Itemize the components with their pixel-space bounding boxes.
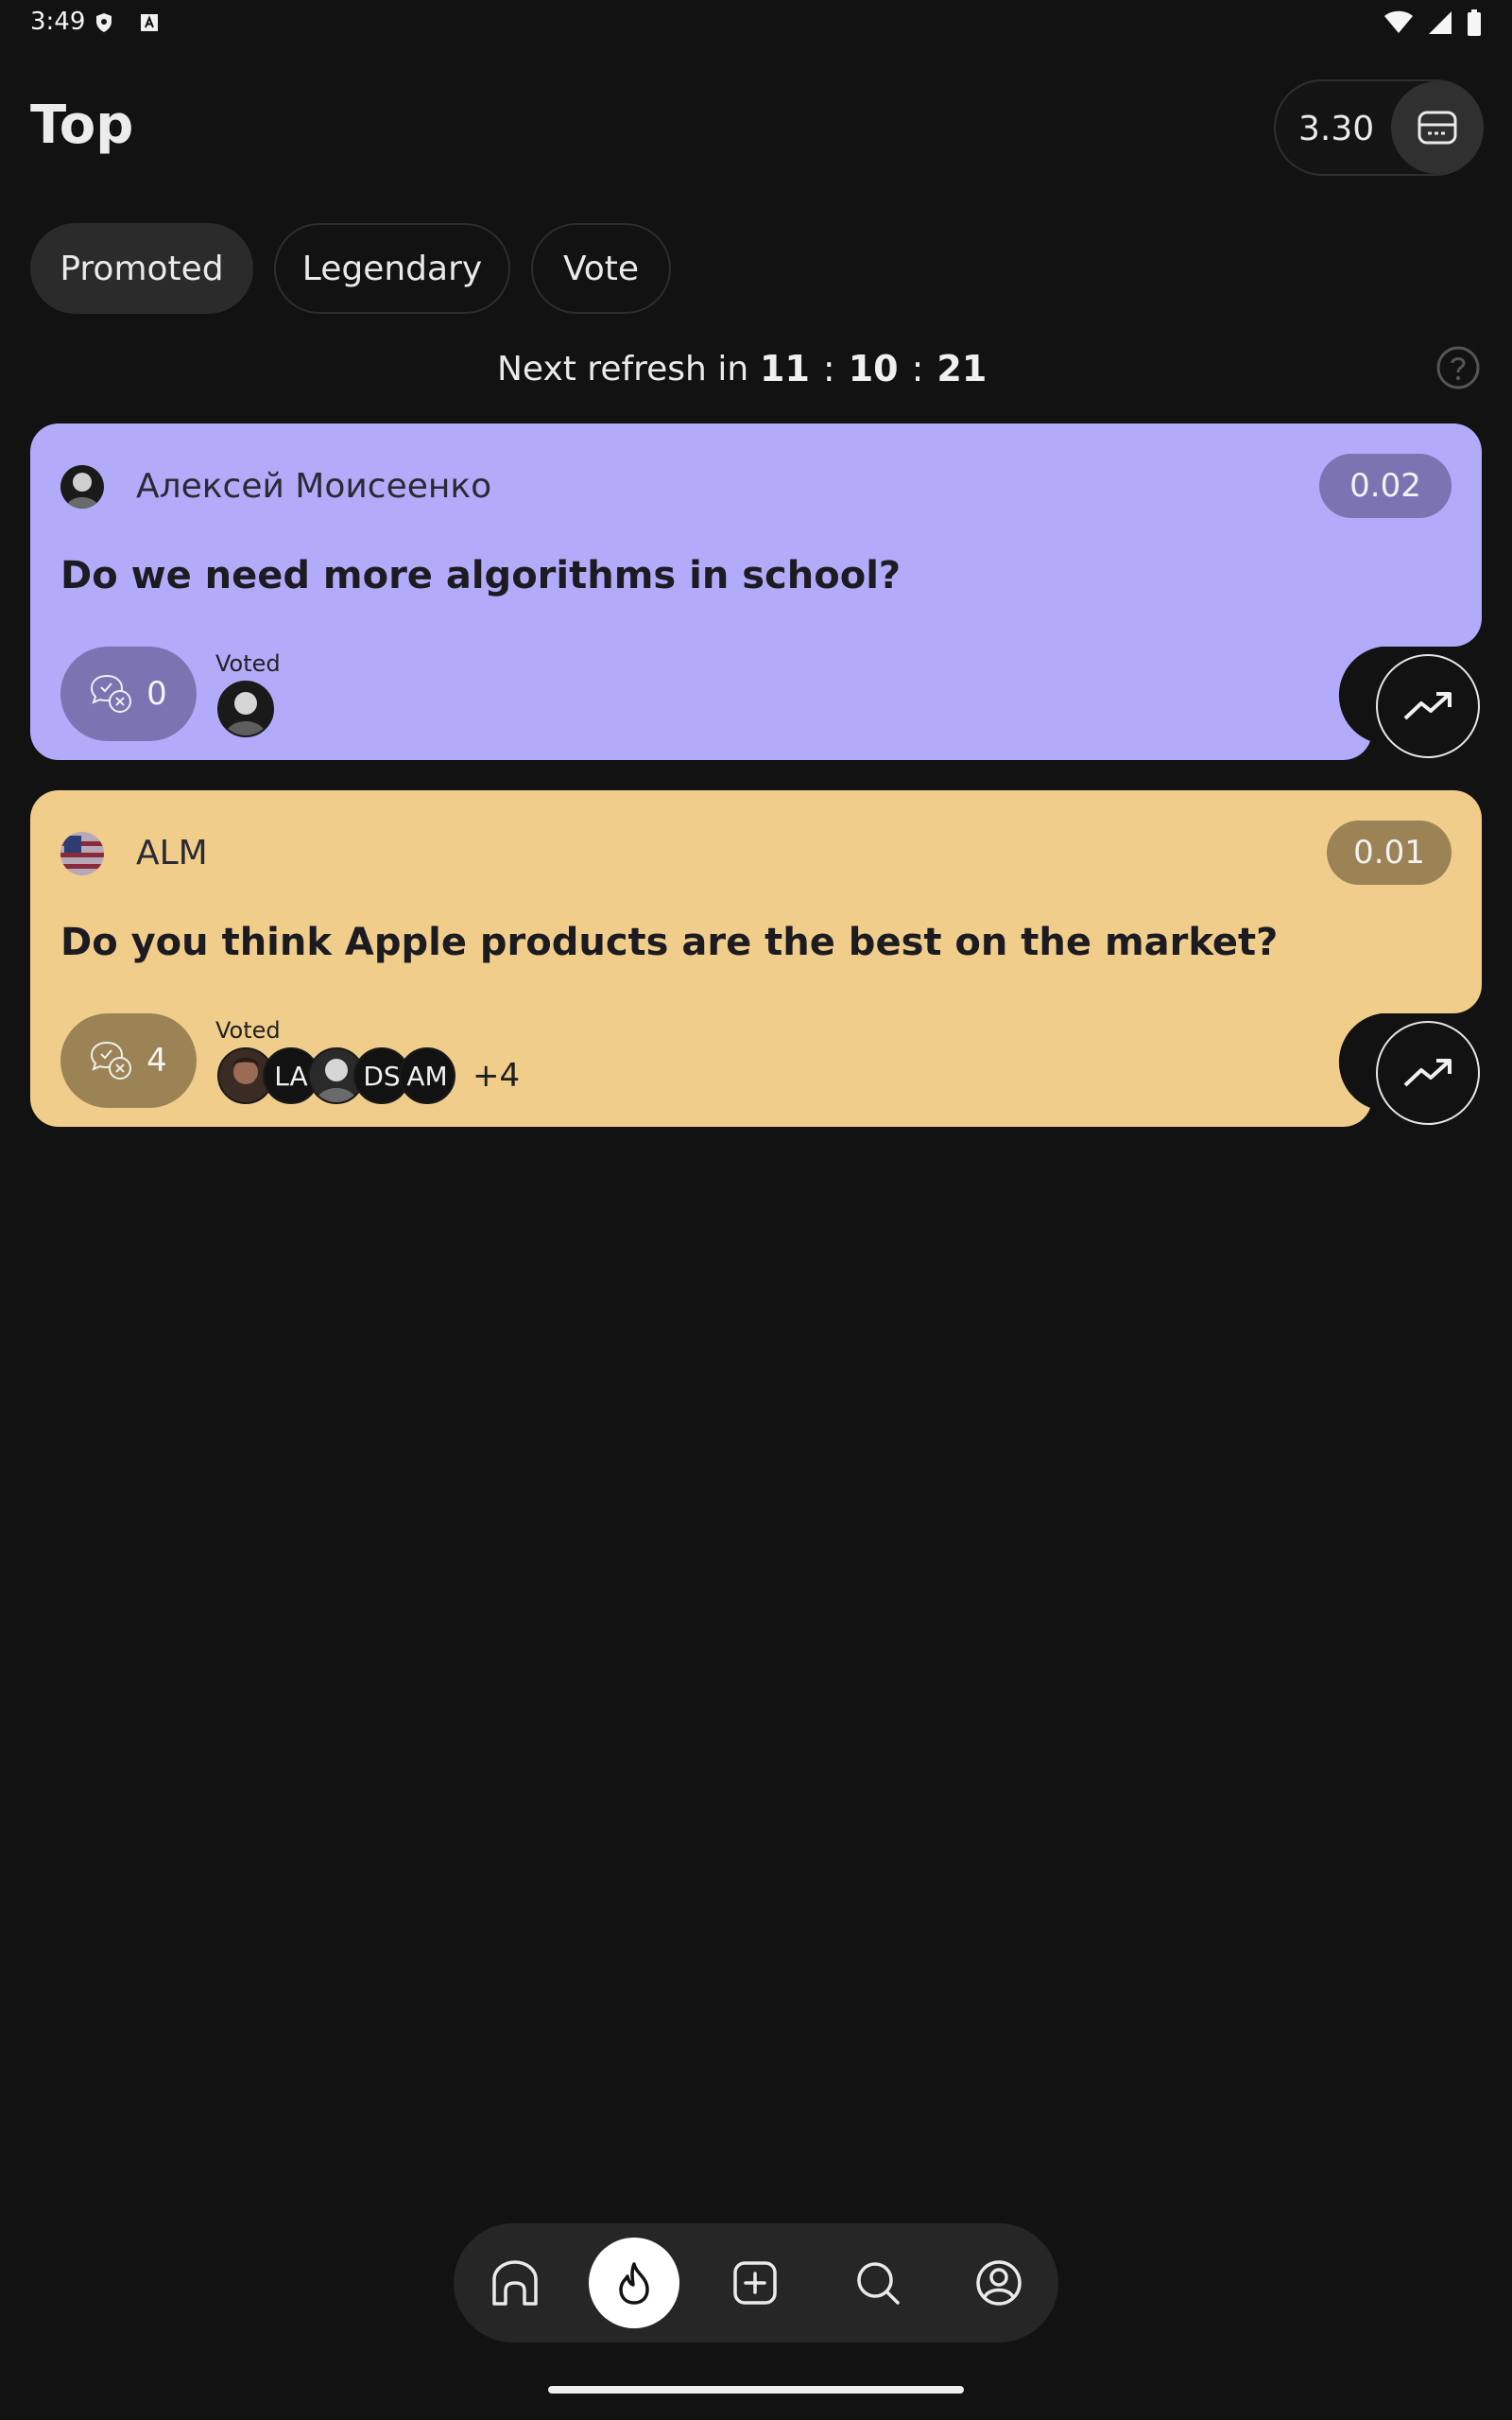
refresh-seconds: 21	[936, 348, 988, 389]
votes-button[interactable]: 4	[60, 1013, 197, 1108]
nav-home[interactable]	[472, 2240, 558, 2325]
refresh-label: Next refresh in	[497, 350, 749, 389]
tab-legendary[interactable]: Legendary	[274, 223, 510, 314]
battery-icon	[1468, 9, 1481, 36]
poll-card[interactable]: Алексей Моисеенко 0.02 Do we need more a…	[30, 424, 1482, 760]
trend-button[interactable]	[1376, 654, 1480, 758]
nav-create[interactable]	[713, 2240, 798, 2325]
wallet-icon	[1418, 111, 1457, 145]
more-voters-count[interactable]: +4	[472, 1057, 520, 1095]
vote-bubbles-icon	[91, 674, 132, 713]
shield-icon	[96, 13, 112, 32]
voted-label: Voted	[215, 650, 281, 677]
votes-count: 0	[146, 675, 167, 713]
status-time: 3:49	[30, 8, 86, 36]
nav-top[interactable]	[589, 2238, 679, 2328]
status-icons	[1383, 9, 1482, 36]
trending-up-icon	[1403, 692, 1452, 720]
tab-promoted[interactable]: Promoted	[30, 223, 253, 314]
trending-up-icon	[1403, 1059, 1452, 1087]
add-icon	[733, 2261, 777, 2305]
poll-card[interactable]: ALM 0.01 Do you think Apple products are…	[30, 790, 1482, 1127]
profile-icon	[976, 2260, 1022, 2306]
wifi-icon	[1384, 10, 1413, 33]
search-icon	[857, 2262, 900, 2305]
refresh-countdown: 11 : 10 : 21	[760, 348, 987, 389]
author-name[interactable]: Алексей Моисеенко	[136, 467, 491, 506]
nav-profile[interactable]	[956, 2240, 1041, 2325]
refresh-minutes: 10	[848, 348, 899, 389]
vote-bubbles-icon	[91, 1041, 132, 1080]
trend-button[interactable]	[1376, 1021, 1480, 1125]
voted-label: Voted	[215, 1017, 281, 1044]
keyboard-a-icon	[141, 14, 158, 31]
poll-question[interactable]: Do we need more algorithms in school?	[60, 554, 901, 597]
author-avatar[interactable]	[60, 832, 104, 875]
home-icon	[492, 2260, 538, 2306]
price-badge: 0.02	[1319, 454, 1452, 518]
votes-button[interactable]: 0	[60, 647, 197, 741]
price-badge: 0.01	[1327, 821, 1452, 885]
votes-count: 4	[146, 1042, 167, 1080]
home-indicator[interactable]	[548, 2386, 964, 2394]
page-title: Top	[30, 95, 134, 156]
nav-search[interactable]	[835, 2240, 920, 2325]
refresh-separator: :	[911, 348, 924, 389]
flame-icon	[619, 2262, 649, 2305]
voter-avatar[interactable]	[217, 681, 274, 737]
balance-value: 3.30	[1298, 110, 1375, 148]
help-icon[interactable]	[1436, 346, 1480, 389]
tab-vote[interactable]: Vote	[531, 223, 671, 314]
author-avatar[interactable]	[60, 465, 104, 509]
refresh-separator: :	[822, 348, 835, 389]
wallet-button[interactable]	[1391, 81, 1484, 174]
refresh-hours: 11	[760, 348, 810, 389]
poll-question[interactable]: Do you think Apple products are the best…	[60, 921, 1278, 964]
signal-icon	[1429, 11, 1452, 34]
author-name[interactable]: ALM	[136, 834, 208, 873]
voter-avatar[interactable]: AM	[399, 1047, 455, 1104]
